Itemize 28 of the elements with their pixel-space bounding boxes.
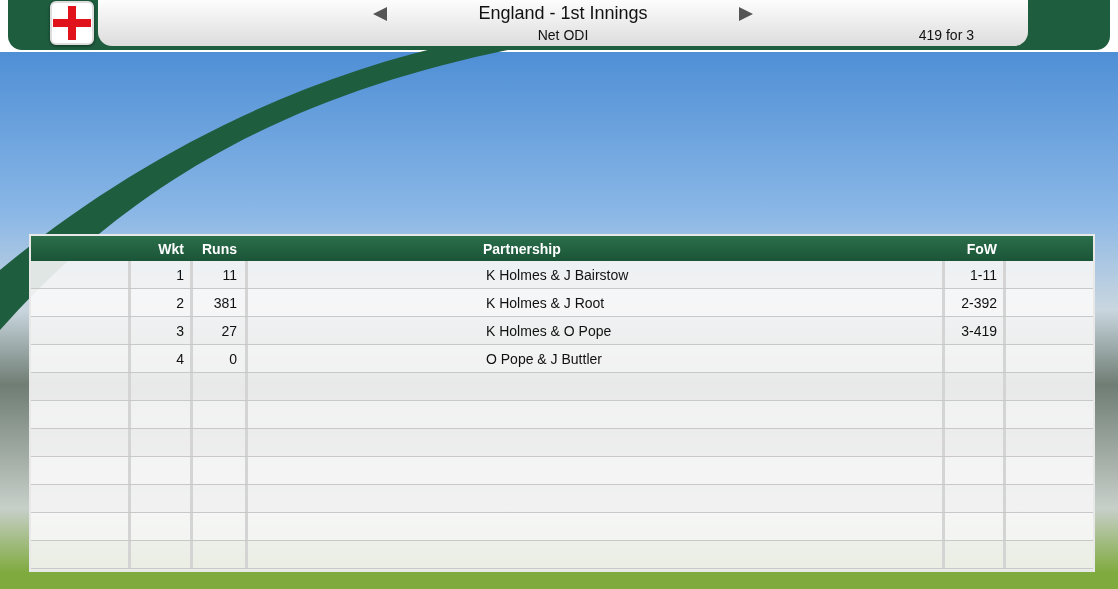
table-cell: O Pope & J Buttler xyxy=(245,345,942,372)
table-cell: 11 xyxy=(190,261,245,288)
table-cell: 2 xyxy=(128,289,190,316)
table-cell: K Holmes & J Bairstow xyxy=(245,261,942,288)
match-type: Net ODI xyxy=(537,27,589,43)
column-header: Partnership xyxy=(482,240,562,257)
table-cell: 3-419 xyxy=(942,317,1003,344)
column-header: Runs xyxy=(201,240,238,257)
cross-flag-icon xyxy=(53,6,91,40)
table-cell: 1 xyxy=(128,261,190,288)
previous-button[interactable] xyxy=(372,5,389,22)
next-button[interactable] xyxy=(737,5,754,22)
score-text: 419 for 3 xyxy=(918,27,974,43)
table-cell: 2-392 xyxy=(942,289,1003,316)
left-triangle-icon xyxy=(372,5,389,22)
table-cell: 1-11 xyxy=(942,261,1003,288)
table-cell: 3 xyxy=(128,317,190,344)
table-cell: 27 xyxy=(190,317,245,344)
column-header: Wkt xyxy=(157,240,185,257)
table-cell: K Holmes & J Root xyxy=(245,289,942,316)
table-cell: 0 xyxy=(190,345,245,372)
table-cell: K Holmes & O Pope xyxy=(245,317,942,344)
column-header: FoW xyxy=(965,240,998,257)
table-cell: 381 xyxy=(190,289,245,316)
flag-button[interactable] xyxy=(50,1,94,45)
right-triangle-icon xyxy=(737,5,754,22)
innings-title: England - 1st Innings xyxy=(478,3,648,24)
table-cell: 4 xyxy=(128,345,190,372)
